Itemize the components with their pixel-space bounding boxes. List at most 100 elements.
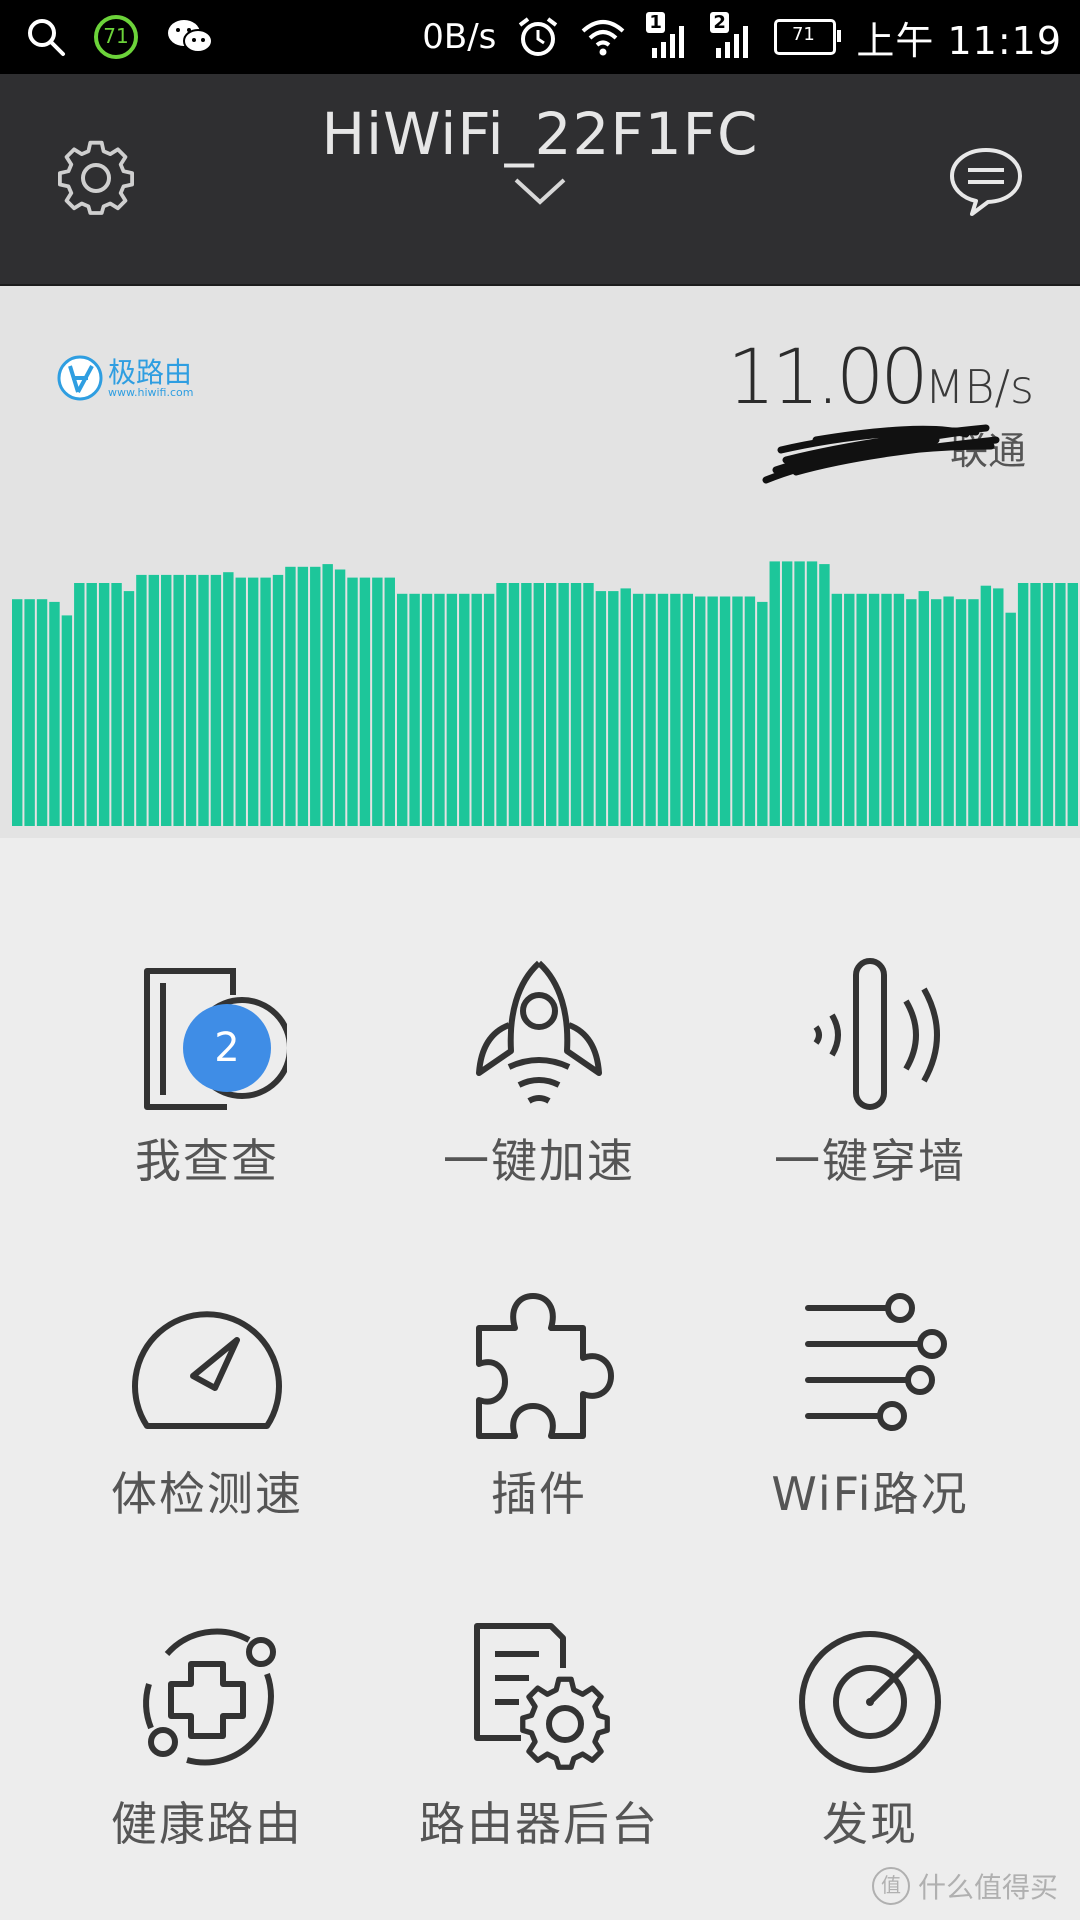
traffic-bar [260,577,271,826]
traffic-bar [148,574,160,826]
brand-logo: 极路由 www.hiwifi.com [56,354,193,402]
notification-badge: 2 [183,1004,271,1092]
traffic-bar [993,588,1004,826]
traffic-bar [657,593,669,826]
traffic-bar [906,599,917,826]
tile-label: 一键加速 [443,1134,635,1188]
traffic-bar [521,583,532,826]
wifi-traffic-icon [805,1293,947,1431]
traffic-bar [173,574,184,826]
traffic-bar [297,566,309,826]
hiwifi-logo-icon [57,355,103,401]
traffic-bar [707,596,718,826]
traffic-bar [24,599,35,826]
traffic-bar [980,585,992,826]
traffic-bar [881,593,892,826]
sim1-signal-icon: 1 [646,12,690,60]
traffic-bar [955,599,967,826]
traffic-bar [620,588,631,826]
status-bar: 71 0B/s 1 2 71 上午 11:19 [0,0,1080,74]
settings-gear-icon[interactable] [56,138,136,218]
router-name: HiWiFi_22F1FC [321,100,759,168]
tile-wall-penetrate[interactable]: 一键穿墙 [705,955,1035,1191]
traffic-bar [98,583,110,826]
tile-router-admin[interactable]: 路由器后台 [374,1618,704,1854]
traffic-bar [670,593,681,826]
watermark-text: 什么值得买 [917,1871,1058,1904]
doc-gear-icon [474,1623,610,1770]
search-icon [28,19,65,56]
traffic-bar [421,593,433,826]
speed-readout: 11.00 MB/s [727,332,1034,421]
traffic-bar [608,591,619,826]
sim2-signal-icon: 2 [710,12,754,60]
traffic-bar [111,583,122,826]
tile-label: 路由器后台 [419,1797,659,1851]
traffic-bar [744,596,756,826]
traffic-bar [695,596,706,826]
speed-value: 11.00 [727,332,929,421]
traffic-bar [595,591,607,826]
traffic-bar [247,577,259,826]
sim1-label: 1 [646,12,665,33]
traffic-bar [285,566,296,826]
traffic-bar [930,599,942,826]
radar-icon [799,1631,941,1773]
traffic-bar [806,561,818,826]
traffic-bar [384,577,395,826]
tile-label: 发现 [822,1797,918,1851]
tile-discover[interactable]: 发现 [705,1618,1035,1854]
traffic-bar [223,572,234,826]
traffic-bar [136,574,147,826]
tile-check-speed[interactable]: 体检测速 [42,1288,372,1524]
rocket-icon [476,960,602,1104]
traffic-bar [645,593,656,826]
traffic-bar [558,583,569,826]
traffic-bar [446,593,458,826]
traffic-bar [856,593,867,826]
traffic-bar [347,577,358,826]
traffic-bar [198,574,209,826]
traffic-bar [61,615,73,826]
traffic-bar [632,593,644,826]
traffic-bar [496,583,507,826]
wechat-icon [168,20,213,53]
traffic-bar [310,566,321,826]
traffic-bar [123,591,135,826]
battery-icon: 71 [774,19,842,55]
tile-health-router[interactable]: 健康路由 [42,1618,372,1854]
traffic-bar [1030,583,1041,826]
tile-label: 健康路由 [111,1797,303,1851]
tile-plugins[interactable]: 插件 [374,1288,704,1524]
traffic-bar [459,593,470,826]
speed-unit: MB/s [924,360,1034,414]
traffic-bar [1017,583,1029,826]
traffic-bar [819,564,830,826]
health-cross-icon [143,1628,276,1766]
traffic-bar [583,583,594,826]
battery-level: 71 [791,24,815,45]
traffic-bar [36,599,48,826]
tile-speedup[interactable]: 一键加速 [374,955,704,1191]
traffic-bar [1005,612,1016,826]
traffic-bar [893,593,905,826]
brand-name: 极路由 [108,355,193,389]
traffic-bar [719,596,731,826]
traffic-bar [396,593,408,826]
traffic-bar [161,574,172,826]
message-icon[interactable] [948,144,1024,220]
puzzle-icon [476,1293,614,1439]
alarm-icon [519,17,558,56]
redaction-scribble [762,424,1000,484]
traffic-bar [794,561,805,826]
traffic-bar [546,583,557,826]
router-selector[interactable]: HiWiFi_22F1FC [240,100,840,212]
tile-wifi-status[interactable]: WiFi路况 [705,1288,1035,1524]
traffic-bar [968,599,979,826]
battery-ring-icon: 71 [92,13,140,61]
tile-label: 一键穿墙 [774,1134,966,1188]
traffic-bar [781,561,793,826]
traffic-bar [372,577,383,826]
traffic-bar [49,601,60,826]
top-bar: HiWiFi_22F1FC [0,74,1080,286]
